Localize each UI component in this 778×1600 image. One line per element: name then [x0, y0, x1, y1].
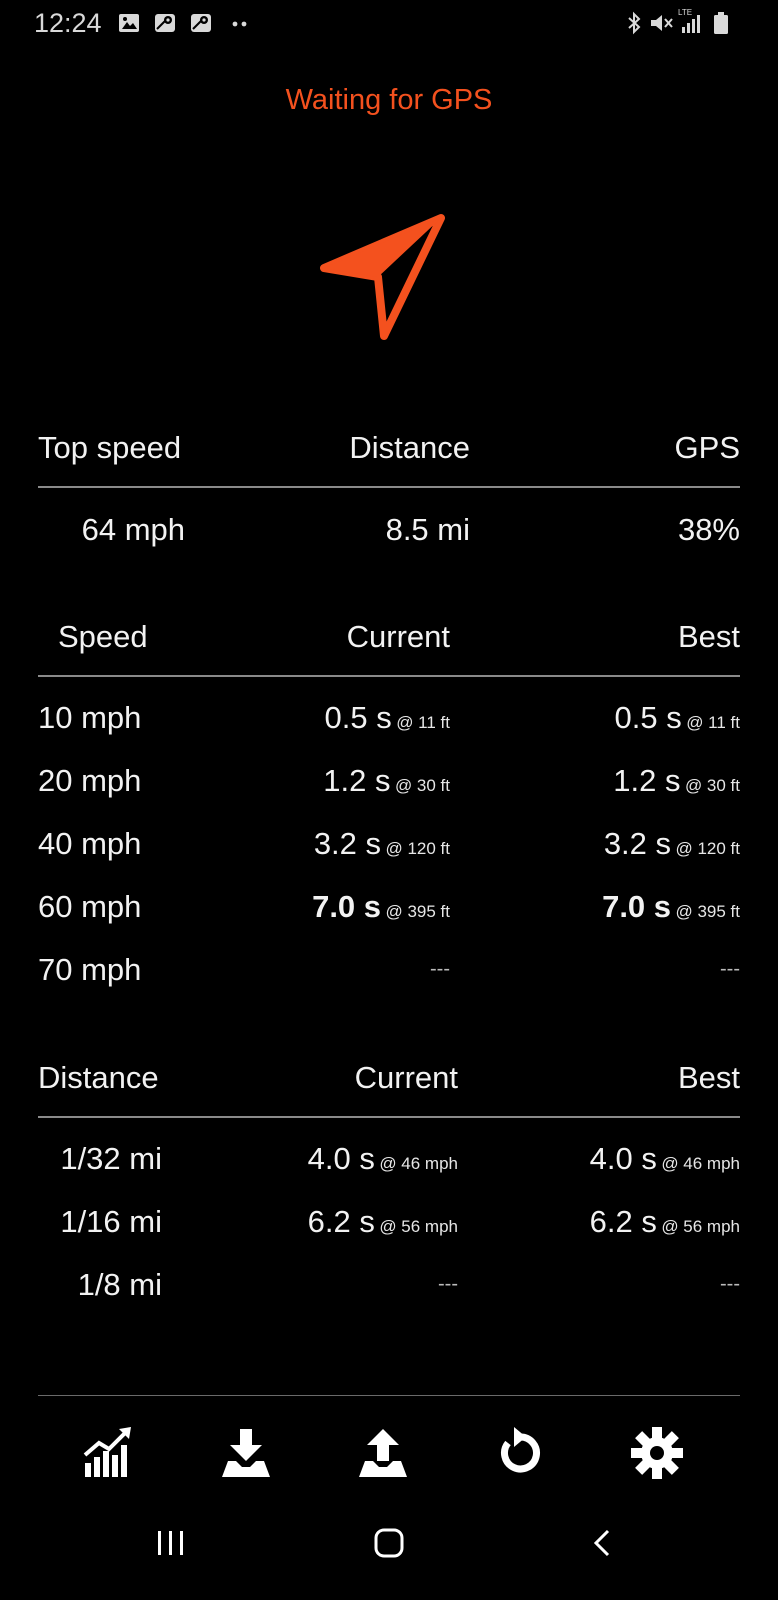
back-icon[interactable]: [591, 1528, 615, 1558]
current-time: 7.0 s: [312, 889, 382, 924]
reset-icon[interactable]: [492, 1425, 548, 1481]
table-row: 60 mph 7.0 s @ 395 ft 7.0 s @ 395 ft: [38, 889, 740, 929]
best-time: 7.0 s: [602, 889, 672, 924]
current-time: 0.5 s: [324, 700, 392, 735]
table-row: 40 mph 3.2 s @ 120 ft 3.2 s @ 120 ft: [38, 826, 740, 866]
current-distance: @ 395 ft: [385, 902, 450, 921]
best-time: 3.2 s: [603, 826, 672, 861]
current-time: 1.2 s: [323, 763, 391, 798]
table-row: 70 mph --- ---: [38, 952, 740, 992]
best-header: Best: [677, 619, 740, 654]
gps-header: GPS: [674, 430, 740, 465]
current-empty: ---: [430, 958, 450, 980]
best-trap-speed: @ 46 mph: [661, 1154, 740, 1173]
mute-icon: [651, 15, 673, 31]
summary-header-row: Top speed Distance GPS: [38, 430, 740, 470]
navigation-arrow-icon: [320, 214, 445, 340]
recents-icon[interactable]: [155, 1528, 187, 1558]
best-time: 1.2 s: [613, 763, 681, 798]
status-time: 12:24: [34, 8, 102, 38]
best-empty: ---: [720, 958, 740, 980]
table-row: 1/8 mi --- ---: [38, 1267, 740, 1307]
current-empty: ---: [438, 1273, 458, 1295]
current-distance: @ 11 ft: [396, 713, 450, 732]
best-distance: @ 120 ft: [675, 839, 740, 858]
speed-label: 20 mph: [38, 763, 142, 798]
speed-label: 40 mph: [38, 826, 142, 861]
speed-table-header: Speed Current Best: [38, 619, 740, 659]
settings-icon[interactable]: [629, 1425, 685, 1481]
divider: [38, 675, 740, 677]
download-icon[interactable]: [218, 1425, 274, 1481]
distance-col-header: Distance: [38, 1060, 159, 1095]
best-time: 6.2 s: [589, 1204, 657, 1239]
summary-value-row: 64 mph 8.5 mi 38%: [38, 512, 740, 552]
best-distance: @ 395 ft: [675, 902, 740, 921]
best-empty: ---: [720, 1273, 740, 1295]
current-distance: @ 30 ft: [394, 776, 450, 795]
bluetooth-icon: [628, 11, 641, 35]
best-trap-speed: @ 56 mph: [661, 1217, 740, 1236]
best-distance: @ 30 ft: [684, 776, 740, 795]
maps-icon: [155, 14, 175, 32]
speed-label: 10 mph: [38, 700, 142, 735]
distance-header: Distance: [349, 430, 470, 465]
table-row: 1/16 mi 6.2 s @ 56 mph 6.2 s @ 56 mph: [38, 1204, 740, 1244]
maps-icon: [191, 14, 211, 32]
table-row: 10 mph 0.5 s @ 11 ft 0.5 s @ 11 ft: [38, 700, 740, 740]
gps-status-text: Waiting for GPS: [285, 84, 493, 116]
more-dots-icon: [232, 21, 247, 27]
chart-icon[interactable]: [81, 1425, 137, 1481]
top-speed-value: 64 mph: [81, 512, 185, 547]
upload-icon[interactable]: [355, 1425, 411, 1481]
speed-label: 70 mph: [38, 952, 142, 987]
current-time: 6.2 s: [307, 1204, 375, 1239]
distance-label: 1/16 mi: [60, 1204, 162, 1239]
best-time: 4.0 s: [589, 1141, 657, 1176]
current-header: Current: [354, 1060, 458, 1095]
lte-signal-icon: [682, 15, 700, 33]
current-time: 4.0 s: [307, 1141, 375, 1176]
distance-value: 8.5 mi: [385, 512, 470, 547]
speed-label: 60 mph: [38, 889, 142, 924]
divider: [38, 486, 740, 488]
current-header: Current: [346, 619, 450, 654]
battery-icon: [714, 12, 728, 34]
speed-header: Speed: [58, 619, 148, 654]
best-header: Best: [677, 1060, 740, 1095]
best-time: 0.5 s: [614, 700, 682, 735]
table-row: 1/32 mi 4.0 s @ 46 mph 4.0 s @ 46 mph: [38, 1141, 740, 1181]
distance-table-header: Distance Current Best: [38, 1060, 740, 1100]
toolbar-divider: [38, 1395, 740, 1396]
current-trap-speed: @ 46 mph: [379, 1154, 458, 1173]
gps-accuracy-value: 38%: [677, 512, 740, 547]
distance-label: 1/32 mi: [60, 1141, 162, 1176]
divider: [38, 1116, 740, 1118]
image-icon: [119, 14, 139, 32]
distance-label: 1/8 mi: [77, 1267, 162, 1302]
top-speed-header: Top speed: [38, 430, 182, 465]
current-time: 3.2 s: [313, 826, 382, 861]
best-distance: @ 11 ft: [686, 713, 740, 732]
current-trap-speed: @ 56 mph: [379, 1217, 458, 1236]
current-distance: @ 120 ft: [385, 839, 450, 858]
table-row: 20 mph 1.2 s @ 30 ft 1.2 s @ 30 ft: [38, 763, 740, 803]
home-icon[interactable]: [373, 1528, 405, 1558]
